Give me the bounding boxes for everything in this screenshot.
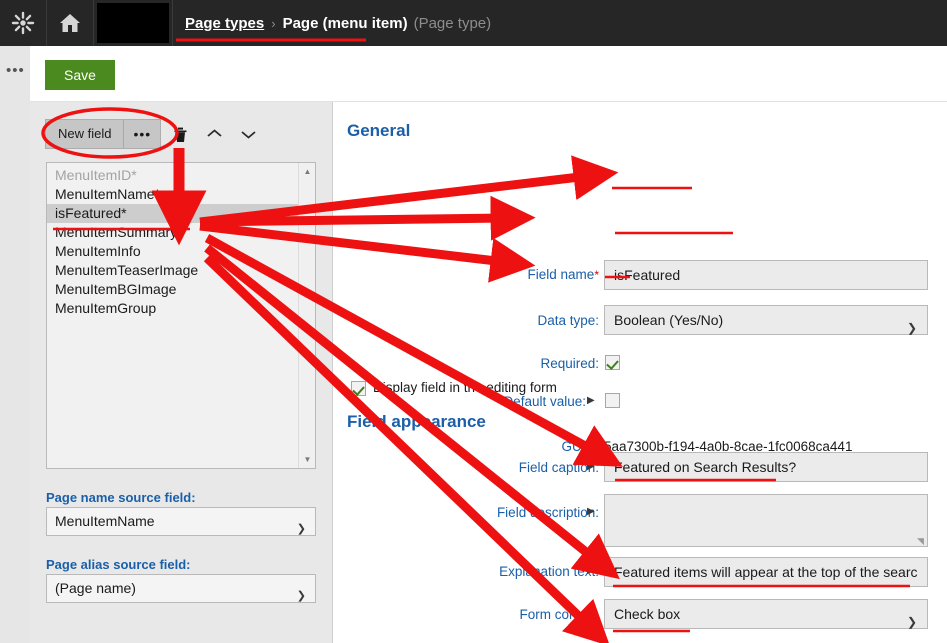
explanation-text-expander-icon[interactable]: ▶: [587, 565, 595, 576]
form-control-select[interactable]: Check box ❯: [604, 599, 928, 629]
field-description-textarea[interactable]: ◥: [604, 494, 928, 547]
form-control-label: Form control:: [519, 607, 599, 622]
field-list-scrollbar[interactable]: ▲ ▼: [298, 163, 315, 468]
field-list-items: MenuItemID* MenuItemName* isFeatured* Me…: [47, 166, 298, 318]
resize-grip-icon[interactable]: ◥: [917, 537, 925, 546]
home-icon[interactable]: [47, 0, 93, 46]
default-value-checkbox[interactable]: [605, 393, 620, 408]
field-description-expander-icon[interactable]: ▶: [587, 506, 595, 517]
required-label: Required:: [540, 356, 599, 371]
default-value-expander-icon[interactable]: ▶: [587, 395, 595, 406]
guid-label: GUID:: [561, 439, 599, 454]
breadcrumb-current: Page (menu item): [282, 14, 408, 32]
new-field-more-icon[interactable]: •••: [124, 121, 160, 147]
breadcrumb-type-suffix: (Page type): [413, 14, 492, 32]
general-section-title: General: [347, 121, 411, 140]
field-name-input[interactable]: isFeatured: [604, 260, 928, 290]
list-item[interactable]: MenuItemID*: [47, 166, 298, 185]
default-value-label: Default value:: [503, 394, 586, 409]
left-gutter: [0, 46, 30, 643]
chevron-down-icon: ❯: [906, 615, 917, 629]
required-asterisk: *: [594, 268, 599, 282]
page-alias-source-label: Page alias source field:: [46, 557, 191, 572]
field-caption-expander-icon[interactable]: ▶: [587, 461, 595, 472]
scroll-down-arrow-icon[interactable]: ▼: [299, 451, 315, 468]
data-type-value: Boolean (Yes/No): [614, 312, 724, 328]
page-name-source-select[interactable]: MenuItemName ❯: [46, 507, 316, 536]
required-checkbox[interactable]: [605, 355, 620, 370]
field-name-label: Field name*: [527, 267, 599, 282]
display-in-form-label: Display field in the editing form: [373, 380, 557, 395]
kentico-asterisk-icon[interactable]: [0, 0, 46, 46]
page-alias-source-select[interactable]: (Page name) ❯: [46, 574, 316, 603]
page-name-source-value: MenuItemName: [55, 513, 155, 529]
field-description-label: Field description:: [496, 505, 599, 520]
top-header-bar: Page types › Page (menu item) (Page type…: [0, 0, 947, 46]
field-caption-input[interactable]: Featured on Search Results?: [604, 452, 928, 482]
explanation-text-label: Explanation text:: [499, 564, 599, 579]
field-list[interactable]: MenuItemID* MenuItemName* isFeatured* Me…: [46, 162, 316, 469]
new-field-button[interactable]: New field •••: [45, 119, 162, 149]
field-editor-form: General Field name* isFeatured Data type…: [334, 102, 947, 643]
explanation-text-input[interactable]: Featured items will appear at the top of…: [604, 557, 928, 587]
display-in-form-checkbox[interactable]: [351, 381, 366, 396]
save-button[interactable]: Save: [45, 60, 115, 90]
chevron-up-icon[interactable]: [199, 119, 229, 149]
list-item[interactable]: MenuItemTeaserImage: [47, 261, 298, 280]
header-divider-3: [172, 0, 173, 46]
data-type-select[interactable]: Boolean (Yes/No) ❯: [604, 305, 928, 335]
list-item[interactable]: MenuItemBGImage: [47, 280, 298, 299]
chevron-down-icon: ❯: [906, 321, 917, 335]
trash-icon[interactable]: [165, 119, 195, 149]
page-root: Page types › Page (menu item) (Page type…: [0, 0, 947, 643]
field-appearance-section-title: Field appearance: [347, 412, 486, 431]
breadcrumb-link-page-types[interactable]: Page types: [185, 15, 264, 32]
scroll-up-arrow-icon[interactable]: ▲: [299, 163, 315, 180]
form-control-value: Check box: [614, 606, 681, 622]
gutter-overflow-menu[interactable]: •••: [6, 63, 25, 78]
field-actions-toolbar: New field •••: [45, 119, 263, 149]
list-item[interactable]: MenuItemInfo: [47, 242, 298, 261]
header-divider-2: [93, 0, 94, 46]
list-item-isfeatured[interactable]: isFeatured*: [47, 204, 298, 223]
chevron-down-icon[interactable]: [233, 119, 263, 149]
data-type-label: Data type:: [537, 313, 599, 328]
page-name-source-label: Page name source field:: [46, 490, 196, 505]
list-item[interactable]: MenuItemSummary: [47, 223, 298, 242]
redacted-site-selector[interactable]: [97, 3, 169, 43]
list-item[interactable]: MenuItemName*: [47, 185, 298, 204]
breadcrumb: Page types › Page (menu item) (Page type…: [185, 15, 491, 32]
action-toolbar: Save: [30, 46, 947, 102]
chevron-down-icon: ❯: [296, 523, 306, 535]
chevron-down-icon: ❯: [296, 590, 306, 602]
new-field-label: New field: [58, 126, 112, 141]
field-sidebar: New field ••• MenuItemID* MenuItemName* …: [30, 102, 333, 643]
list-item[interactable]: MenuItemGroup: [47, 299, 298, 318]
breadcrumb-separator-icon: ›: [271, 15, 276, 31]
page-alias-source-value: (Page name): [55, 580, 136, 596]
